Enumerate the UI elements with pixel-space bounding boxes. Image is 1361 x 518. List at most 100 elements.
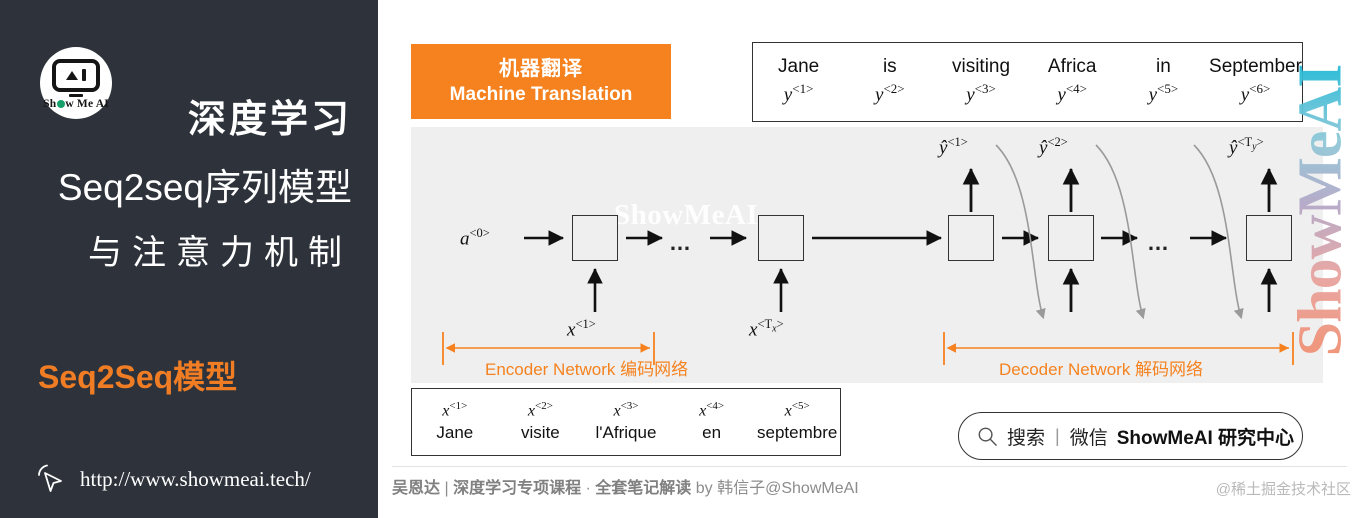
search-channel: 微信	[1069, 427, 1108, 449]
target-symbol-sup: <5>	[1157, 81, 1179, 97]
footer-dot: ·	[581, 480, 596, 497]
target-symbol-sup: <4>	[1065, 81, 1088, 97]
target-sentence-box: Jane y<1> is y<2> visiting y<3> Africa y…	[752, 42, 1303, 122]
source-token: x<1> Jane	[412, 399, 498, 445]
decoder-network-label: Decoder Network 解码网络	[999, 360, 1204, 379]
diagram-connectors	[442, 144, 1294, 365]
banner-title-cn: 机器翻译	[499, 57, 583, 80]
source-sentence-box: x<1> Jane x<2> visite x<3> l'Afrique x<4…	[411, 388, 841, 456]
sidebar-title-line1: 深度学习	[187, 99, 352, 141]
source-symbol: x<4>	[669, 399, 755, 422]
cursor-pointer-icon	[38, 464, 62, 492]
target-symbol-base: y	[966, 84, 975, 106]
target-token: visiting y<3>	[935, 54, 1026, 110]
source-symbol-base: x	[784, 402, 792, 420]
source-symbol-sup: <3>	[620, 400, 639, 413]
source-word: visite	[521, 422, 560, 442]
target-symbol: y<1>	[753, 79, 844, 110]
source-symbol-sup: <4>	[706, 400, 725, 413]
target-token: Jane y<1>	[753, 54, 844, 110]
source-word: septembre	[757, 422, 838, 442]
source-symbol: x<5>	[754, 399, 840, 422]
encoder-cell-tx	[758, 215, 804, 261]
sidebar-title-line3: 与注意力机制	[88, 234, 352, 272]
decoder-cell-1	[948, 215, 994, 261]
target-token: Africa y<4>	[1027, 54, 1118, 110]
source-word: Jane	[436, 422, 474, 442]
target-symbol-sup: <6>	[1249, 81, 1271, 97]
source-word: l'Afrique	[595, 422, 657, 442]
source-symbol-sup: <5>	[791, 400, 810, 413]
target-symbol: y<6>	[1209, 79, 1302, 110]
source-symbol: x<3>	[583, 399, 669, 422]
decoder-output-label-2: ŷ<2>	[1039, 135, 1068, 159]
initial-state-label: a<0>	[460, 226, 490, 250]
target-word: Jane	[778, 55, 820, 77]
target-symbol: y<4>	[1027, 79, 1118, 110]
logo-bar-icon	[82, 69, 86, 81]
target-symbol-base: y	[783, 84, 793, 106]
search-icon	[978, 427, 997, 446]
source-token: x<2> visite	[498, 399, 584, 445]
banner-title-en: Machine Translation	[449, 83, 633, 105]
decoder-cell-2	[1048, 215, 1094, 261]
target-symbol: y<3>	[935, 79, 1026, 110]
footer-by: by 韩信子@ShowMeAI	[691, 480, 859, 497]
target-symbol-base: y	[1148, 84, 1158, 106]
decoder-output-label-ty: ŷ<Ty>	[1229, 135, 1264, 159]
seq2seq-diagram: ShowMeAI … … a<0> x<1> x<Tx> ŷ<1> ŷ<2> ŷ…	[411, 127, 1323, 383]
encoder-input-label-tx: x<Tx>	[749, 317, 784, 341]
decoder-output-label-1: ŷ<1>	[939, 135, 968, 159]
logo-caret-icon	[66, 70, 78, 80]
encoder-ellipsis: …	[669, 230, 693, 255]
initial-state-symbol: a	[460, 228, 470, 250]
target-token: September y<6>	[1209, 54, 1302, 110]
sidebar-subtitle: Seq2Seq模型	[38, 359, 238, 395]
target-symbol: y<2>	[844, 79, 935, 110]
source-symbol: x<1>	[412, 399, 498, 422]
decoder-ellipsis: …	[1147, 230, 1171, 255]
sidebar-title-line2: Seq2seq序列模型	[57, 167, 352, 208]
corner-watermark: @稀土掘金技术社区	[1215, 481, 1351, 498]
footer-course: 深度学习专项课程	[453, 480, 582, 497]
source-symbol-base: x	[613, 402, 621, 420]
source-symbol-sup: <2>	[534, 400, 553, 413]
target-symbol-sup: <2>	[883, 81, 905, 97]
target-token: is y<2>	[844, 54, 935, 110]
footer-divider	[392, 466, 1347, 467]
sidebar-url-text: http://www.showmeai.tech/	[80, 466, 311, 491]
target-word: is	[882, 55, 897, 77]
target-symbol-sup: <3>	[974, 81, 996, 97]
decoder-cell-ty	[1246, 215, 1292, 261]
machine-translation-banner: 机器翻译 Machine Translation	[411, 44, 671, 119]
logo-monitor-icon	[52, 58, 100, 92]
sidebar: Sh w Me AI 深度学习 Seq2seq序列模型 与注意力机制 Seq2Se…	[0, 0, 380, 518]
footer-sep1: |	[440, 480, 454, 497]
initial-state-sup: <0>	[469, 226, 490, 240]
sidebar-url-row[interactable]: http://www.showmeai.tech/	[34, 462, 311, 496]
target-word: Africa	[1047, 55, 1097, 77]
target-symbol-sup: <1>	[792, 81, 814, 97]
encoder-input-label-1: x<1>	[567, 317, 596, 341]
encoder-cell-1	[572, 215, 618, 261]
target-symbol-base: y	[1240, 84, 1250, 106]
source-word: en	[702, 422, 722, 442]
target-word: visiting	[951, 55, 1011, 77]
main-content: 机器翻译 Machine Translation Jane y<1> is y<…	[378, 0, 1361, 518]
source-symbol: x<2>	[498, 399, 584, 422]
search-divider: |	[1055, 425, 1060, 446]
footer-notes: 全套笔记解读	[595, 480, 692, 497]
source-token: x<3> l'Afrique	[583, 399, 669, 445]
search-brand: ShowMeAI 研究中心	[1116, 427, 1295, 449]
source-token: x<5> septembre	[754, 399, 840, 445]
footer-credit: 吴恩达 | 深度学习专项课程 · 全套笔记解读 by 韩信子@ShowMeAI	[392, 474, 859, 498]
search-pill[interactable]: 搜索 | 微信 ShowMeAI 研究中心	[958, 412, 1303, 460]
source-token: x<4> en	[669, 399, 755, 445]
target-symbol: y<5>	[1118, 79, 1209, 110]
slide-root: Sh w Me AI 深度学习 Seq2seq序列模型 与注意力机制 Seq2Se…	[0, 0, 1361, 518]
target-symbol-base: y	[1057, 84, 1066, 106]
source-symbol-base: x	[527, 402, 535, 420]
encoder-network-label: Encoder Network 编码网络	[485, 360, 689, 379]
search-label: 搜索	[1007, 427, 1046, 449]
footer-author: 吴恩达	[392, 480, 441, 497]
